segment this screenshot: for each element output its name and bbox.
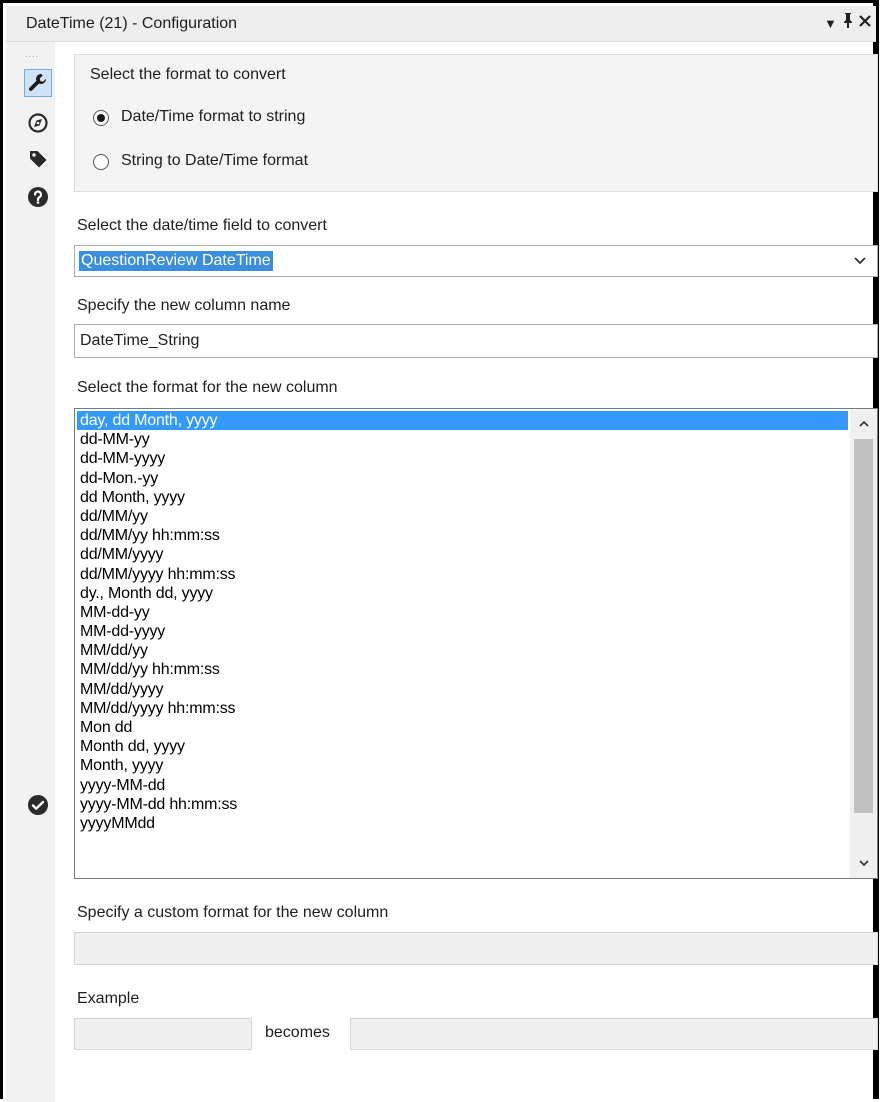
radio-datetime-to-string-label[interactable]: Date/Time format to string [121, 108, 305, 126]
chevron-down-icon[interactable] [853, 253, 867, 267]
format-list-items: day, dd Month, yyyy dd-MM-yy dd-MM-yyyy dd-… [77, 411, 848, 833]
format-list-item[interactable]: MM-dd-yyyy [77, 622, 848, 641]
field-select[interactable]: QuestionReview DateTime [74, 245, 878, 277]
scrollbar-thumb[interactable] [854, 439, 873, 813]
column-name-input[interactable]: DateTime_String [74, 324, 878, 358]
becomes-label: becomes [265, 1024, 330, 1041]
scroll-up-icon[interactable] [850, 409, 877, 439]
navigator-tab[interactable] [24, 109, 52, 137]
format-list-item[interactable]: dd Month, yyyy [77, 488, 848, 507]
radio-string-to-datetime[interactable] [93, 154, 109, 170]
example-label: Example [77, 990, 140, 1007]
format-list[interactable]: day, dd Month, yyyy dd-MM-yy dd-MM-yyyy dd-… [74, 408, 878, 879]
sidebar-grip[interactable]: .... [25, 49, 39, 59]
format-list-item[interactable]: dd/MM/yyyy hh:mm:ss [77, 565, 848, 584]
example-input[interactable] [74, 1018, 252, 1050]
format-list-item[interactable]: yyyy-MM-dd hh:mm:ss [77, 795, 848, 814]
menu-dropdown-icon[interactable]: ▼ [824, 14, 837, 34]
column-name-value: DateTime_String [80, 332, 200, 349]
custom-format-input[interactable] [74, 932, 878, 965]
format-list-scrollbar[interactable] [850, 409, 877, 878]
format-list-item[interactable]: dd/MM/yy [77, 507, 848, 526]
format-list-label: Select the format for the new column [77, 379, 338, 396]
format-list-item[interactable]: MM-dd-yy [77, 603, 848, 622]
radio-string-to-datetime-label[interactable]: String to Date/Time format [121, 152, 308, 170]
scroll-down-icon[interactable] [850, 848, 877, 878]
annotation-tab[interactable] [24, 145, 52, 173]
format-list-item[interactable]: dd-Mon.-yy [77, 469, 848, 488]
help-tab[interactable] [24, 183, 52, 211]
tag-icon [27, 148, 49, 170]
configuration-tab[interactable] [24, 69, 52, 97]
compass-icon [27, 112, 49, 134]
wrench-icon [27, 72, 49, 94]
format-list-item[interactable]: MM/dd/yyyy [77, 680, 848, 699]
format-list-item[interactable]: dd/MM/yy hh:mm:ss [77, 526, 848, 545]
column-name-label: Specify the new column name [77, 297, 291, 314]
radio-datetime-to-string[interactable] [93, 110, 109, 126]
format-list-item[interactable]: dd-MM-yyyy [77, 449, 848, 468]
format-list-item[interactable]: Month, yyyy [77, 756, 848, 775]
format-list-item[interactable]: yyyyMMdd [77, 814, 848, 833]
configuration-window: DateTime (21) - Configuration ▼ .... Sel… [0, 0, 879, 1102]
format-list-item[interactable]: Mon dd [77, 718, 848, 737]
field-select-value: QuestionReview DateTime [79, 251, 273, 271]
title-bar: DateTime (21) - Configuration ▼ [6, 6, 876, 42]
format-list-item[interactable]: day, dd Month, yyyy [77, 411, 848, 431]
format-list-item[interactable]: Month dd, yyyy [77, 737, 848, 756]
field-select-label: Select the date/time field to convert [77, 217, 327, 234]
close-icon[interactable] [858, 13, 872, 33]
confirm-button[interactable] [24, 791, 52, 819]
format-list-item[interactable]: yyyy-MM-dd [77, 776, 848, 795]
help-icon [27, 186, 49, 208]
format-list-item[interactable]: MM/dd/yy hh:mm:ss [77, 660, 848, 679]
custom-format-label: Specify a custom format for the new colu… [77, 904, 389, 921]
example-output[interactable] [350, 1018, 878, 1050]
format-list-item[interactable]: MM/dd/yyyy hh:mm:ss [77, 699, 848, 718]
format-list-item[interactable]: dd-MM-yy [77, 430, 848, 449]
window-title: DateTime (21) - Configuration [26, 15, 238, 32]
format-list-item[interactable]: MM/dd/yy [77, 641, 848, 660]
conversion-group-label: Select the format to convert [90, 66, 286, 83]
check-circle-icon [27, 794, 49, 816]
format-list-item[interactable]: dy., Month dd, yyyy [77, 584, 848, 603]
format-list-item[interactable]: dd/MM/yyyy [77, 545, 848, 564]
pin-icon[interactable] [842, 12, 854, 33]
